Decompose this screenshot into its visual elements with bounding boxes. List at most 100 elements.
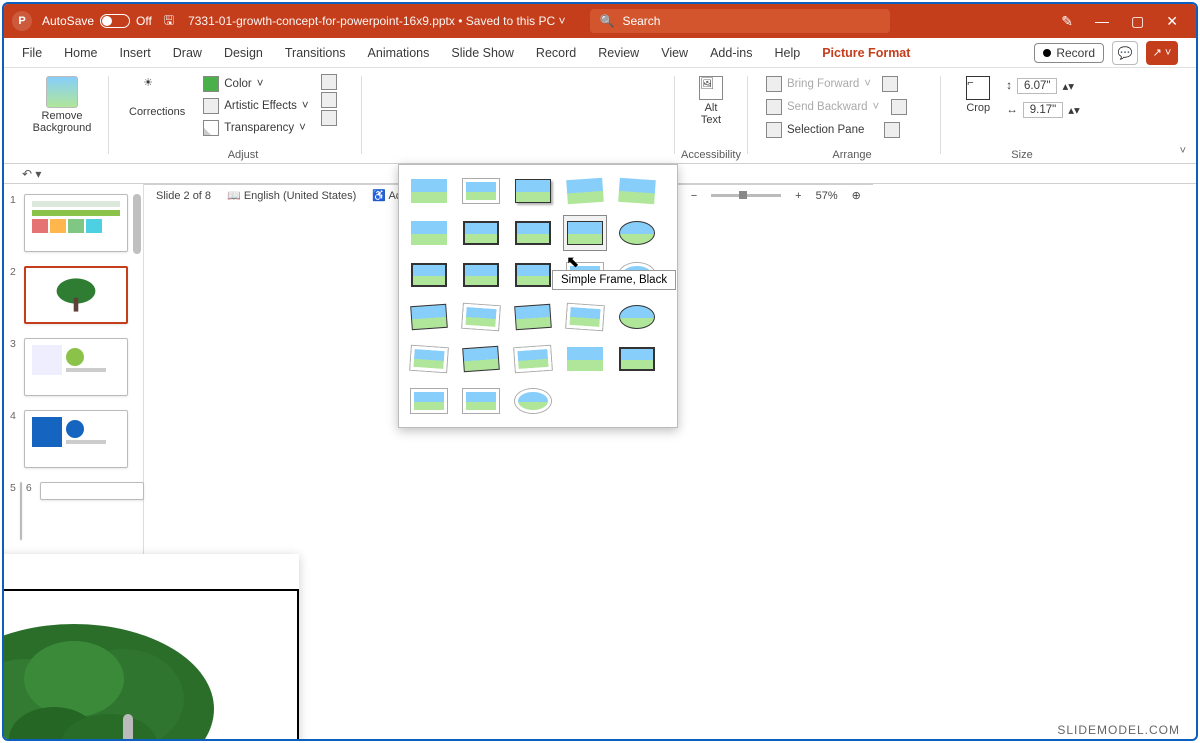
tree-image [2,609,234,741]
picture-style-option[interactable] [615,215,659,251]
slide-thumbnail[interactable] [20,482,22,540]
alt-text-button[interactable]: 🖼 Alt Text [693,72,729,130]
picture-style-option[interactable] [459,215,503,251]
bring-forward-button[interactable]: Bring Forward ˅ [762,74,911,94]
picture-style-option[interactable] [407,215,451,251]
picture-style-option[interactable] [407,383,451,419]
slide-canvas[interactable] [2,554,299,741]
tab-record[interactable]: Record [536,46,576,60]
slide-counter[interactable]: Slide 2 of 8 [156,190,211,202]
tab-picture-format[interactable]: Picture Format [822,46,910,60]
picture-style-option[interactable] [511,173,555,209]
picture-style-option[interactable] [459,173,503,209]
workspace: 1 2 3 4 5 6 [4,184,1196,717]
toggle-icon[interactable] [100,14,130,28]
picture-style-option[interactable] [407,257,451,293]
maximize-button[interactable]: ▢ [1131,13,1144,30]
tab-addins[interactable]: Add-ins [710,46,752,60]
size-group-label: Size [947,149,1097,161]
slide-thumbnail[interactable] [24,410,128,468]
tab-design[interactable]: Design [224,46,263,60]
file-name[interactable]: 7331-01-growth-concept-for-powerpoint-16… [188,14,565,28]
picture-styles-gallery [398,164,678,428]
undo-icon[interactable]: ↶ ▾ [22,167,41,181]
picture-style-option[interactable] [563,215,607,251]
cursor-icon: ⬉ [566,252,579,272]
share-button[interactable]: ↗ ˅ [1146,41,1178,65]
slide-thumbnail[interactable] [24,338,128,396]
adjust-group-label: Adjust [123,149,363,161]
tab-help[interactable]: Help [774,46,800,60]
tab-home[interactable]: Home [64,46,97,60]
picture-style-option[interactable] [459,383,503,419]
autosave-label: AutoSave [42,14,94,28]
close-button[interactable]: ✕ [1166,13,1178,30]
search-input[interactable]: 🔍 Search [590,9,890,33]
picture-style-option[interactable] [511,383,555,419]
canvas-scrollbar[interactable] [123,714,133,741]
picture-style-option[interactable] [407,341,451,377]
picture-style-option[interactable] [459,257,503,293]
tab-transitions[interactable]: Transitions [285,46,346,60]
remove-bg-icon [46,76,78,108]
thumbnail-scrollbar[interactable] [133,194,141,254]
slide-thumbnail[interactable] [40,482,144,500]
picture-style-option[interactable] [563,299,607,335]
picture-style-option[interactable] [459,299,503,335]
save-icon[interactable]: 🖫 [164,11,174,32]
change-picture-icon[interactable] [321,92,337,108]
ribbon-collapse-icon[interactable]: ˅ [1180,145,1186,157]
tab-view[interactable]: View [661,46,688,60]
picture-style-option[interactable] [563,341,607,377]
height-input[interactable]: ↕ 6.07" ▴▾ [1002,76,1084,96]
picture-style-option[interactable] [511,341,555,377]
artistic-effects-button[interactable]: Artistic Effects ˅ [199,96,312,116]
picture-style-option[interactable] [615,173,659,209]
crop-button[interactable]: ⌐ Crop [960,72,996,118]
ink-icon[interactable]: ✎ [1061,13,1073,30]
picture-style-option[interactable] [511,215,555,251]
comments-button[interactable]: 💬 [1112,41,1138,65]
tab-file[interactable]: File [22,46,42,60]
transparency-button[interactable]: Transparency ˅ [199,118,312,138]
picture-style-option[interactable] [511,257,555,293]
picture-style-option[interactable] [615,341,659,377]
title-bar: P AutoSave Off 🖫 7331-01-growth-concept-… [4,4,1196,38]
corrections-button[interactable]: ☀ Corrections [123,72,191,138]
tab-draw[interactable]: Draw [173,46,202,60]
tab-review[interactable]: Review [598,46,639,60]
slide-thumbnails-panel: 1 2 3 4 5 6 [4,184,144,717]
send-backward-button[interactable]: Send Backward ˅ [762,97,911,117]
zoom-slider[interactable] [711,194,781,197]
zoom-out-button[interactable]: − [691,190,697,202]
arrange-group-label: Arrange [762,149,942,161]
zoom-in-button[interactable]: + [795,190,801,202]
tab-slideshow[interactable]: Slide Show [451,46,514,60]
slide-thumbnail[interactable] [24,194,128,252]
autosave-toggle[interactable]: AutoSave Off [42,14,152,28]
record-button[interactable]: Record [1034,43,1104,63]
tooltip: Simple Frame, Black [552,270,676,290]
minimize-button[interactable]: — [1095,13,1109,29]
slide-thumbnail[interactable] [24,266,128,324]
language-indicator[interactable]: 📖 English (United States) [227,189,356,202]
tab-animations[interactable]: Animations [368,46,430,60]
picture-style-option[interactable] [407,299,451,335]
fit-window-icon[interactable]: ⊕ [852,189,861,202]
selection-pane-button[interactable]: Selection Pane [762,120,911,140]
picture-frame[interactable] [2,589,299,741]
zoom-level[interactable]: 57% [816,190,838,202]
width-input[interactable]: ↔ 9.17" ▴▾ [1002,100,1084,120]
remove-background-button[interactable]: Remove Background [27,72,98,138]
picture-style-option[interactable] [511,299,555,335]
picture-style-option[interactable] [407,173,451,209]
picture-style-option[interactable] [459,341,503,377]
reset-picture-icon[interactable] [321,110,337,126]
tab-insert[interactable]: Insert [120,46,151,60]
color-button[interactable]: Color ˅ [199,74,312,94]
picture-style-option[interactable] [563,173,607,209]
picture-style-option[interactable] [615,299,659,335]
app-icon: P [12,11,32,31]
compress-icon[interactable] [321,74,337,90]
search-icon: 🔍 [600,14,615,28]
